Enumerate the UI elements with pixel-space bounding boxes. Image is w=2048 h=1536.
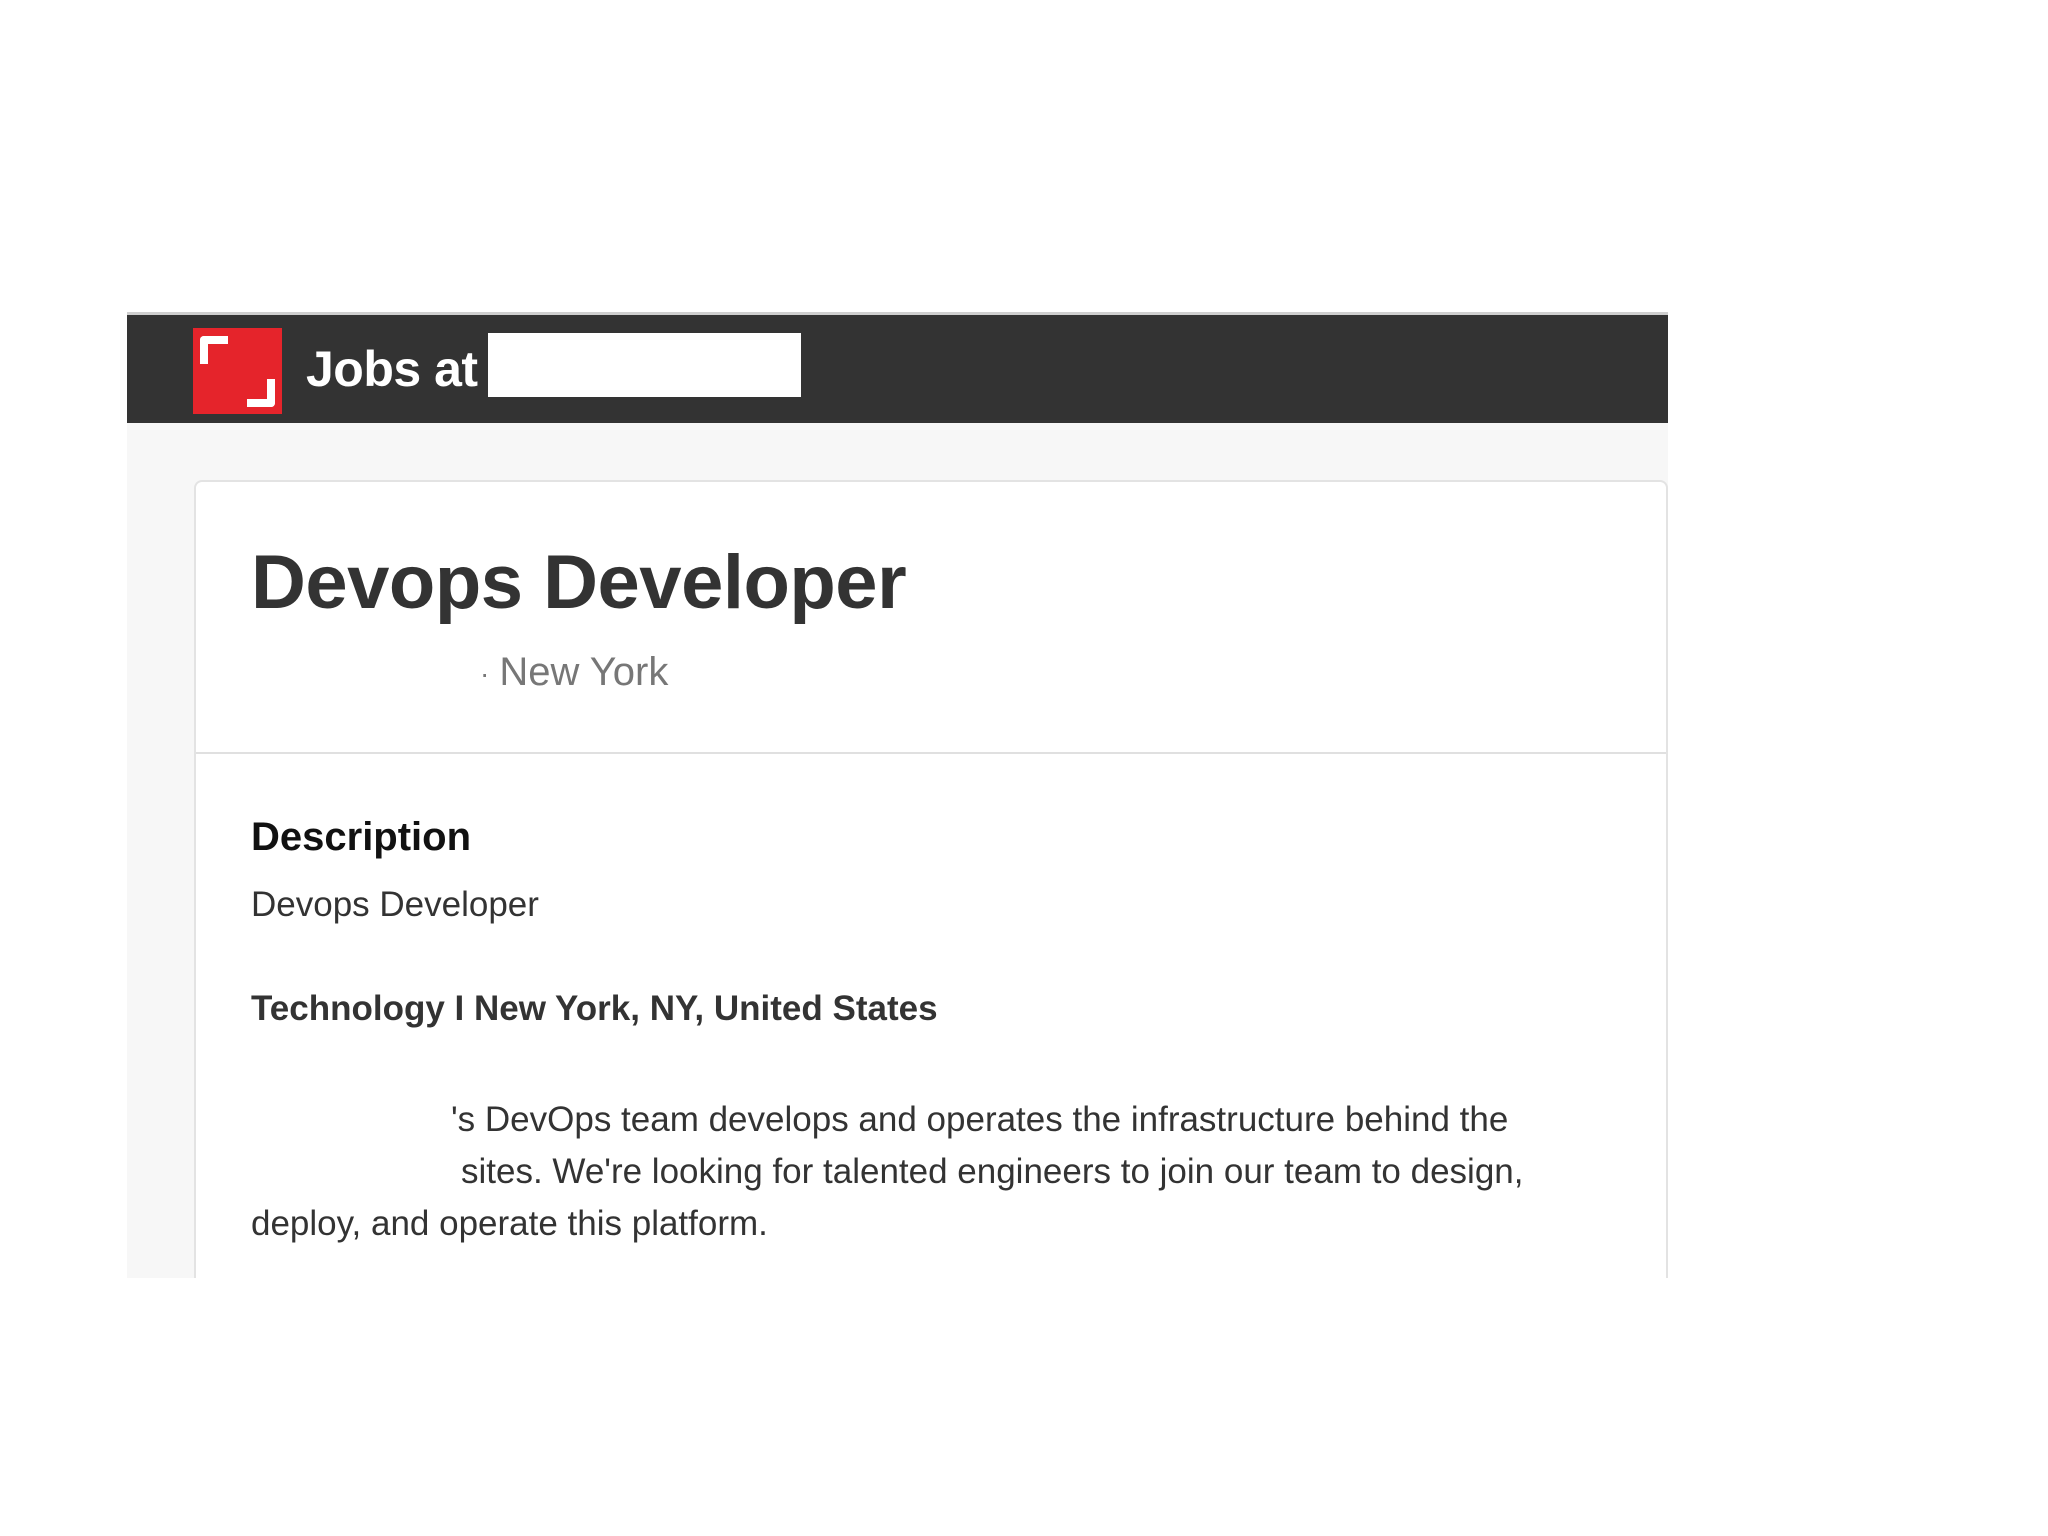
company-logo-icon[interactable] (193, 328, 282, 414)
redacted-company-name (251, 654, 480, 695)
logo-corner-top-left (200, 336, 228, 364)
paragraph-line-1: 's DevOps team develops and operates the… (251, 1094, 1581, 1146)
description-heading: Description (251, 815, 472, 859)
job-title: Devops Developer (251, 540, 907, 625)
paragraph-line-3: deploy, and operate this platform. (251, 1204, 768, 1243)
logo-corner-bottom-right (247, 379, 275, 407)
job-header: Devops Developer · New York (196, 482, 1666, 754)
paragraph-line-2: sites. We're looking for talented engine… (251, 1146, 1581, 1198)
redacted-company-name (488, 333, 801, 397)
paragraph-line-1-text: 's DevOps team develops and operates the… (451, 1100, 1509, 1139)
paragraph-line-2-text: sites. We're looking for talented engine… (461, 1152, 1524, 1191)
job-posting-card: Devops Developer · New York Description D… (194, 480, 1668, 1278)
job-location: New York (499, 650, 669, 694)
description-paragraph: 's DevOps team develops and operates the… (251, 1094, 1581, 1250)
redacted-company-name (251, 1153, 461, 1194)
top-navigation-bar: Jobs at (127, 312, 1668, 423)
meta-separator: · (480, 658, 490, 690)
jobs-at-label[interactable]: Jobs at (306, 339, 478, 399)
description-subtitle: Devops Developer (251, 885, 539, 924)
redacted-company-name (251, 1101, 451, 1142)
job-page-screenshot: Jobs at Devops Developer · New York Descr… (127, 312, 1668, 1278)
job-meta: · New York (251, 648, 668, 696)
job-category-location: Technology I New York, NY, United States (251, 989, 938, 1028)
